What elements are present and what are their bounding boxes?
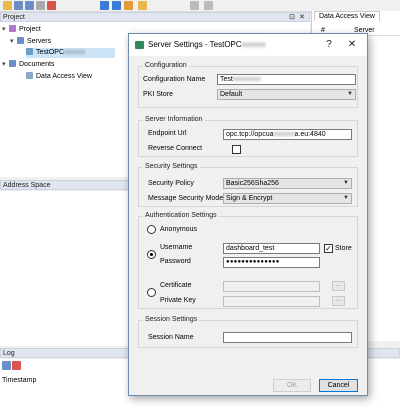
server-settings-dialog: Server Settings - TestOPCxxxxxx ? ✕ Conf… [128,33,368,396]
authentication-settings-legend: Authentication Settings [143,212,219,219]
open-folder-icon[interactable] [3,1,12,10]
disconnect-icon[interactable] [124,1,133,10]
clear-log-icon[interactable] [2,361,11,370]
chevron-down-icon: ▼ [343,195,349,201]
tree-item-servers[interactable]: ▾ Servers [10,37,51,47]
tab-data-access-view[interactable]: Data Access View [314,11,380,21]
certificate-radio[interactable] [147,288,156,297]
pin-icon[interactable]: ⊡ [289,13,295,22]
anonymous-label: Anonymous [160,226,197,233]
tree-item-server[interactable]: TestOPCxxxxxx [26,48,116,58]
close-button[interactable]: ✕ [345,38,359,52]
project-icon [9,25,16,32]
add-icon[interactable] [100,1,109,10]
project-panel-header: Project ⊡ ✕ [0,12,310,22]
chevron-down-icon: ▼ [347,91,353,97]
configuration-group: Configuration Configuration Name Testxxx… [138,62,358,108]
certificate-browse-button: ... [332,281,345,291]
security-settings-legend: Security Settings [143,163,200,170]
configuration-name-input[interactable]: Testxxxxxxxx [217,74,356,85]
endpoint-url-input[interactable]: opc.tcp://opcuaxxxxxxa.eu:4840 [223,129,352,140]
configuration-legend: Configuration [143,62,189,69]
session-name-label: Session Name [148,334,194,341]
documents-folder-icon [9,60,16,67]
save-all-icon[interactable] [25,1,34,10]
chevron-down-icon: ▼ [343,180,349,186]
store-checkbox[interactable]: ✓ [324,244,333,253]
tree-item-project[interactable]: ▾ Project [2,25,41,35]
paste-icon[interactable] [204,1,213,10]
password-input[interactable]: ●●●●●●●●●●●●●● [223,257,320,268]
reverse-connect-checkbox[interactable] [232,145,241,154]
message-security-mode-select[interactable]: Sign & Encrypt ▼ [223,193,352,204]
power-icon[interactable] [47,1,56,10]
project-panel-title: Project [3,14,25,21]
settings-icon[interactable] [36,1,45,10]
security-policy-label: Security Policy [148,180,194,187]
private-key-browse-button: ... [332,296,345,306]
chevron-down-icon[interactable]: ▾ [2,60,9,70]
dialog-titlebar: Server Settings - TestOPCxxxxxx ? ✕ [129,34,367,56]
password-label: Password [160,258,191,265]
help-button[interactable]: ? [322,38,336,52]
endpoint-url-label: Endpoint Url [148,130,187,137]
log-filter-icon[interactable] [12,361,21,370]
security-settings-group: Security Settings Security Policy Basic2… [138,163,358,207]
server-information-legend: Server Information [143,116,205,123]
reverse-connect-label: Reverse Connect [148,145,203,152]
panel-close-icon[interactable]: ✕ [299,13,305,22]
log-column-timestamp[interactable]: Timestamp [2,377,36,384]
dialog-title: Server Settings - TestOPCxxxxxx [148,40,266,49]
certificate-input [223,281,320,292]
session-name-input[interactable] [223,332,352,343]
private-key-label: Private Key [160,297,196,304]
document-icon [26,72,33,79]
username-radio[interactable] [147,250,156,259]
server-information-group: Server Information Endpoint Url opc.tcp:… [138,116,358,157]
anonymous-radio[interactable] [147,225,156,234]
private-key-input [223,296,320,307]
servers-folder-icon [17,37,24,44]
app-icon [135,41,144,49]
session-settings-group: Session Settings Session Name [138,316,358,348]
cancel-button[interactable]: Cancel [319,379,358,392]
message-security-mode-label: Message Security Mode [148,195,224,202]
address-space-title: Address Space [3,182,51,189]
pki-store-label: PKI Store [143,91,173,98]
server-name-redacted: xxxxxx [64,49,86,56]
configuration-name-label: Configuration Name [143,76,206,83]
security-policy-select[interactable]: Basic256Sha256 ▼ [223,178,352,189]
store-label: Store [335,245,352,252]
remove-icon[interactable] [112,1,121,10]
copy-icon[interactable] [190,1,199,10]
tree-item-documents[interactable]: ▾ Documents [2,60,54,70]
certificate-label: Certificate [160,282,192,289]
pki-store-select[interactable]: Default ▼ [217,89,356,100]
log-title: Log [3,350,15,357]
ok-button[interactable]: OK [273,379,311,392]
username-input[interactable]: dashboard_test [223,243,320,254]
username-label: Username [160,244,193,251]
server-icon [26,48,33,55]
session-settings-legend: Session Settings [143,316,200,323]
chevron-down-icon[interactable]: ▾ [10,37,17,47]
authentication-settings-group: Authentication Settings Anonymous Userna… [138,212,358,309]
edit-icon[interactable] [138,1,147,10]
tree-item-data-access-view[interactable]: Data Access View [26,72,92,82]
save-icon[interactable] [14,1,23,10]
chevron-down-icon[interactable]: ▾ [2,25,9,35]
